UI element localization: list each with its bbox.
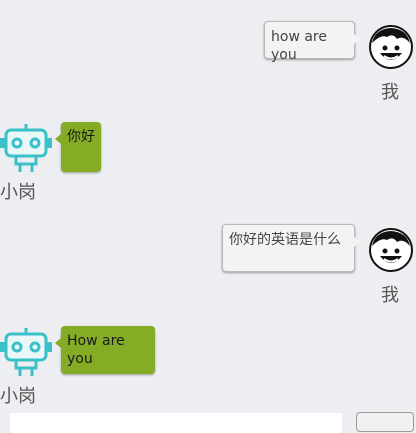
- message-bubble-user: 你好的英语是什么: [222, 224, 361, 272]
- message-text: 你好的英语是什么: [229, 232, 341, 248]
- message-text: How are you: [67, 333, 125, 367]
- robot-icon: [0, 328, 52, 376]
- smiley-face-icon: [369, 228, 413, 272]
- user-avatar[interactable]: [369, 25, 413, 69]
- user-avatar[interactable]: [369, 228, 413, 272]
- sender-name: 小岗: [0, 182, 36, 203]
- message-bubble-user: how are you: [264, 21, 361, 63]
- sender-name: 我: [381, 285, 399, 306]
- sender-name: 小岗: [0, 386, 36, 407]
- message-text: 你好: [67, 129, 95, 145]
- sender-name: 我: [381, 82, 399, 103]
- robot-icon: [0, 124, 52, 172]
- send-button[interactable]: [356, 412, 414, 432]
- message-input[interactable]: [10, 413, 342, 433]
- message-text: how are you: [271, 29, 327, 63]
- smiley-face-icon: [369, 25, 413, 69]
- message-bubble-bot: How are you: [55, 326, 155, 374]
- message-bubble-bot: 你好: [55, 122, 101, 172]
- bot-avatar[interactable]: [0, 326, 52, 376]
- bot-avatar[interactable]: [0, 122, 52, 172]
